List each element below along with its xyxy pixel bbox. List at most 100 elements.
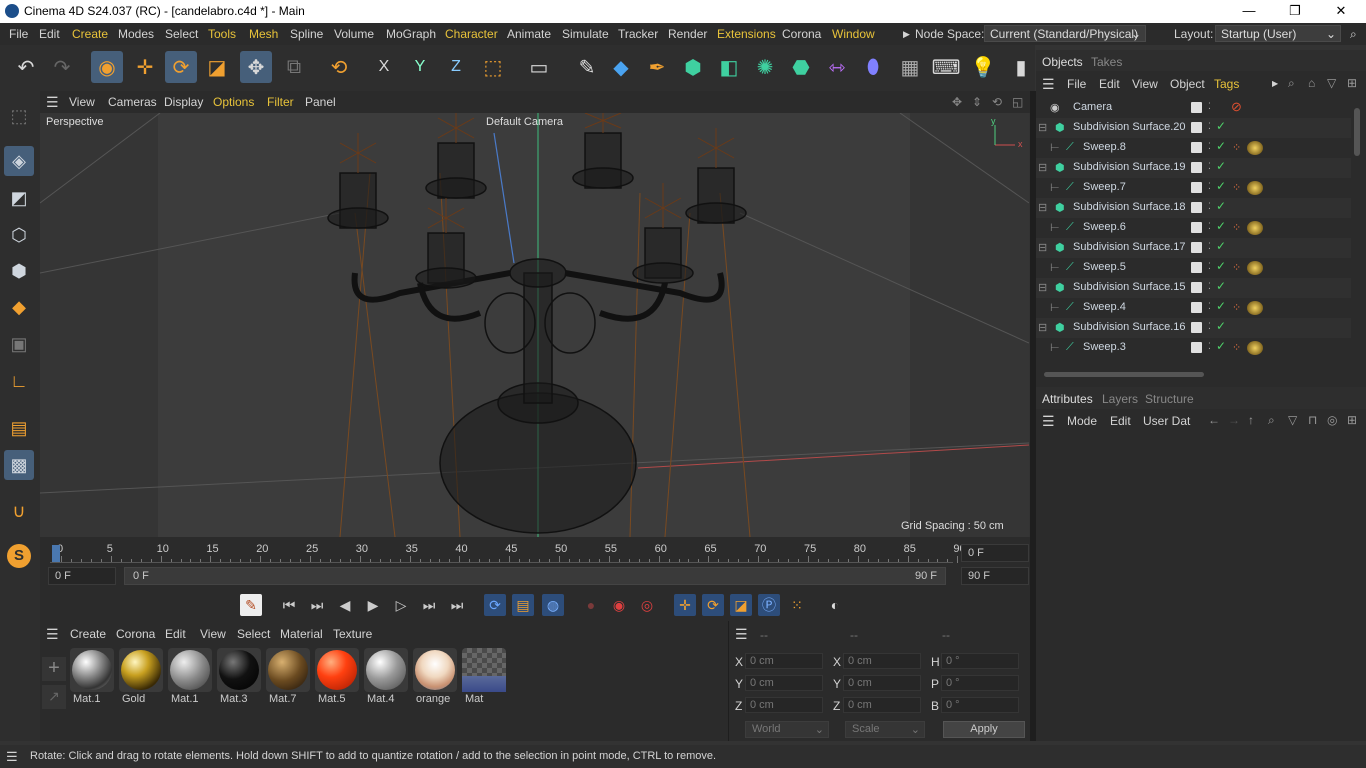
viewport-menu-options[interactable]: Options — [213, 95, 254, 109]
attr-menu-edit[interactable]: Edit — [1110, 414, 1131, 428]
attr-menu-user-data[interactable]: User Dat — [1143, 414, 1190, 428]
fracture-icon[interactable]: ⬣ — [785, 51, 817, 83]
viewport-menu-view[interactable]: View — [69, 95, 95, 109]
mat-menu-edit[interactable]: Edit — [165, 627, 186, 641]
deformer-icon[interactable]: ⇿ — [821, 51, 853, 83]
menu-character[interactable]: Character — [445, 27, 498, 41]
menu-edit[interactable]: Edit — [39, 27, 60, 41]
select-tool-icon[interactable]: ◉ — [91, 51, 123, 83]
polygons-mode-icon[interactable]: ◆ — [4, 292, 34, 322]
panel-divider[interactable] — [1030, 91, 1036, 741]
layer-swatch[interactable] — [1191, 162, 1202, 173]
material-mat-checker[interactable] — [462, 648, 506, 692]
make-editable-icon[interactable]: ⬚ — [4, 101, 34, 131]
spline-pen-icon[interactable]: ✎ — [571, 51, 603, 83]
scripting-icon[interactable]: S — [4, 541, 34, 571]
new-window-icon[interactable]: ⊞ — [1347, 76, 1357, 90]
object-row-sweep-5[interactable]: ⊢ ⟋ Sweep.5 ⁚ ✓ ⁘ — [1036, 258, 1351, 278]
magnet-snap-icon[interactable]: ∪ — [4, 496, 34, 526]
tab-structure[interactable]: Structure — [1145, 392, 1194, 406]
menu-simulate[interactable]: Simulate — [562, 27, 609, 41]
object-row-camera[interactable]: ◉ Camera ⁚ ⊘ — [1036, 98, 1351, 118]
material-tag-icon[interactable] — [1247, 221, 1263, 235]
phong-tag-icon[interactable]: ⁘ — [1232, 181, 1241, 194]
record-key-icon[interactable]: ✎ — [240, 594, 262, 616]
cube-icon[interactable]: ◆ — [605, 51, 637, 83]
new-window-icon[interactable]: ⊞ — [1347, 413, 1357, 427]
obj-menu-tags[interactable]: Tags — [1214, 77, 1239, 91]
visibility-dots-icon[interactable]: ⁚ — [1208, 341, 1211, 352]
visibility-dots-icon[interactable]: ⁚ — [1208, 301, 1211, 312]
menu-mesh[interactable]: Mesh — [249, 27, 278, 41]
cloner-icon[interactable]: ✺ — [749, 51, 781, 83]
hamburger-icon[interactable]: ☰ — [46, 626, 59, 643]
expand-icon[interactable]: ⊟ — [1038, 201, 1047, 214]
layer-swatch[interactable] — [1191, 282, 1202, 293]
layer-swatch[interactable] — [1191, 142, 1202, 153]
rotation-p-field[interactable]: 0 ° — [941, 675, 1019, 691]
settings-icon[interactable]: ◎ — [1327, 413, 1337, 427]
object-row-sweep-3[interactable]: ⊢ ⟋ Sweep.3 ⁚ ✓ ⁘ — [1036, 338, 1351, 358]
enabled-check-icon[interactable]: ✓ — [1216, 199, 1226, 213]
rotate-tool-icon[interactable]: ⟳ — [165, 51, 197, 83]
menu-tracker[interactable]: Tracker — [618, 27, 658, 41]
material-tag-icon[interactable] — [1247, 301, 1263, 315]
enabled-check-icon[interactable]: ✓ — [1216, 179, 1226, 193]
size-y-field[interactable]: 0 cm — [843, 675, 921, 691]
size-x-field[interactable]: 0 cm — [843, 653, 921, 669]
up-arrow-icon[interactable]: ↑ — [1248, 413, 1254, 427]
uv-mode-icon[interactable]: ▣ — [4, 329, 34, 359]
object-tree-hscrollbar[interactable] — [1044, 372, 1204, 377]
size-z-field[interactable]: 0 cm — [843, 697, 921, 713]
position-z-field[interactable]: 0 cm — [745, 697, 823, 713]
current-frame-field[interactable]: 0 F — [961, 544, 1029, 562]
object-row-subdivision-surface-17[interactable]: ⊟ ⬢ Subdivision Surface.17 ⁚ ✓ — [1036, 238, 1351, 258]
render-region-icon[interactable]: ▭ — [523, 51, 555, 83]
material-mat4-grey[interactable] — [364, 648, 408, 692]
field-icon[interactable]: ⬮ — [857, 51, 889, 83]
layer-swatch[interactable] — [1191, 222, 1202, 233]
coordinate-system-icon[interactable]: ⬚ — [477, 51, 509, 83]
layer-swatch[interactable] — [1191, 342, 1202, 353]
playhead[interactable] — [52, 545, 60, 563]
pen-icon[interactable]: ✒ — [641, 51, 673, 83]
tab-attributes[interactable]: Attributes — [1042, 392, 1093, 406]
mat-menu-view[interactable]: View — [200, 627, 226, 641]
search-icon[interactable]: ⌕ — [1288, 76, 1295, 91]
film-strip-icon[interactable]: ▤ — [512, 594, 534, 616]
sound-icon[interactable]: ◍ — [542, 594, 564, 616]
filter-icon[interactable]: ▽ — [1327, 76, 1336, 90]
viewport-menu-panel[interactable]: Panel — [305, 95, 336, 109]
enabled-check-icon[interactable]: ✓ — [1216, 119, 1226, 133]
coord-system-select[interactable]: World ⌄ — [745, 721, 829, 738]
previous-frame-icon[interactable]: ◀ — [334, 594, 356, 616]
mat-menu-corona[interactable]: Corona — [116, 627, 155, 641]
material-tag-icon[interactable] — [1247, 261, 1263, 275]
menu-extensions[interactable]: Extensions — [717, 27, 776, 41]
expand-icon[interactable]: ⊟ — [1038, 241, 1047, 254]
size-mode-select[interactable]: Scale ⌄ — [845, 721, 925, 738]
visibility-dots-icon[interactable]: ⁚ — [1208, 261, 1211, 272]
x-axis-lock-icon[interactable]: X — [368, 51, 400, 83]
key-param-icon[interactable]: Ⓟ — [758, 594, 780, 616]
maximize-view-icon[interactable]: ◱ — [1012, 95, 1023, 109]
enabled-check-icon[interactable]: ✓ — [1216, 239, 1226, 253]
rotation-b-field[interactable]: 0 ° — [941, 697, 1019, 713]
visibility-dots-icon[interactable]: ⁚ — [1208, 121, 1211, 132]
position-y-field[interactable]: 0 cm — [745, 675, 823, 691]
material-tag-icon[interactable] — [1247, 181, 1263, 195]
visibility-dots-icon[interactable]: ⁚ — [1208, 101, 1211, 112]
rotation-h-field[interactable]: 0 ° — [941, 653, 1019, 669]
visibility-dots-icon[interactable]: ⁚ — [1208, 201, 1211, 212]
menu-select[interactable]: Select — [165, 27, 198, 41]
viewport-menu-display[interactable]: Display — [164, 95, 203, 109]
expand-icon[interactable]: ⊟ — [1038, 161, 1047, 174]
key-point-level-icon[interactable]: ⁙ — [786, 594, 808, 616]
previous-key-icon[interactable]: ⏭ — [306, 594, 328, 616]
object-row-subdivision-surface-19[interactable]: ⊟ ⬢ Subdivision Surface.19 ⁚ ✓ — [1036, 158, 1351, 178]
range-slider[interactable]: 0 F 90 F — [124, 567, 946, 585]
end-frame-field[interactable]: 90 F — [961, 567, 1029, 585]
visibility-dots-icon[interactable]: ⁚ — [1208, 141, 1211, 152]
search-icon[interactable]: ⌕ — [1268, 413, 1275, 428]
film-icon[interactable]: ▮ — [1007, 51, 1035, 83]
